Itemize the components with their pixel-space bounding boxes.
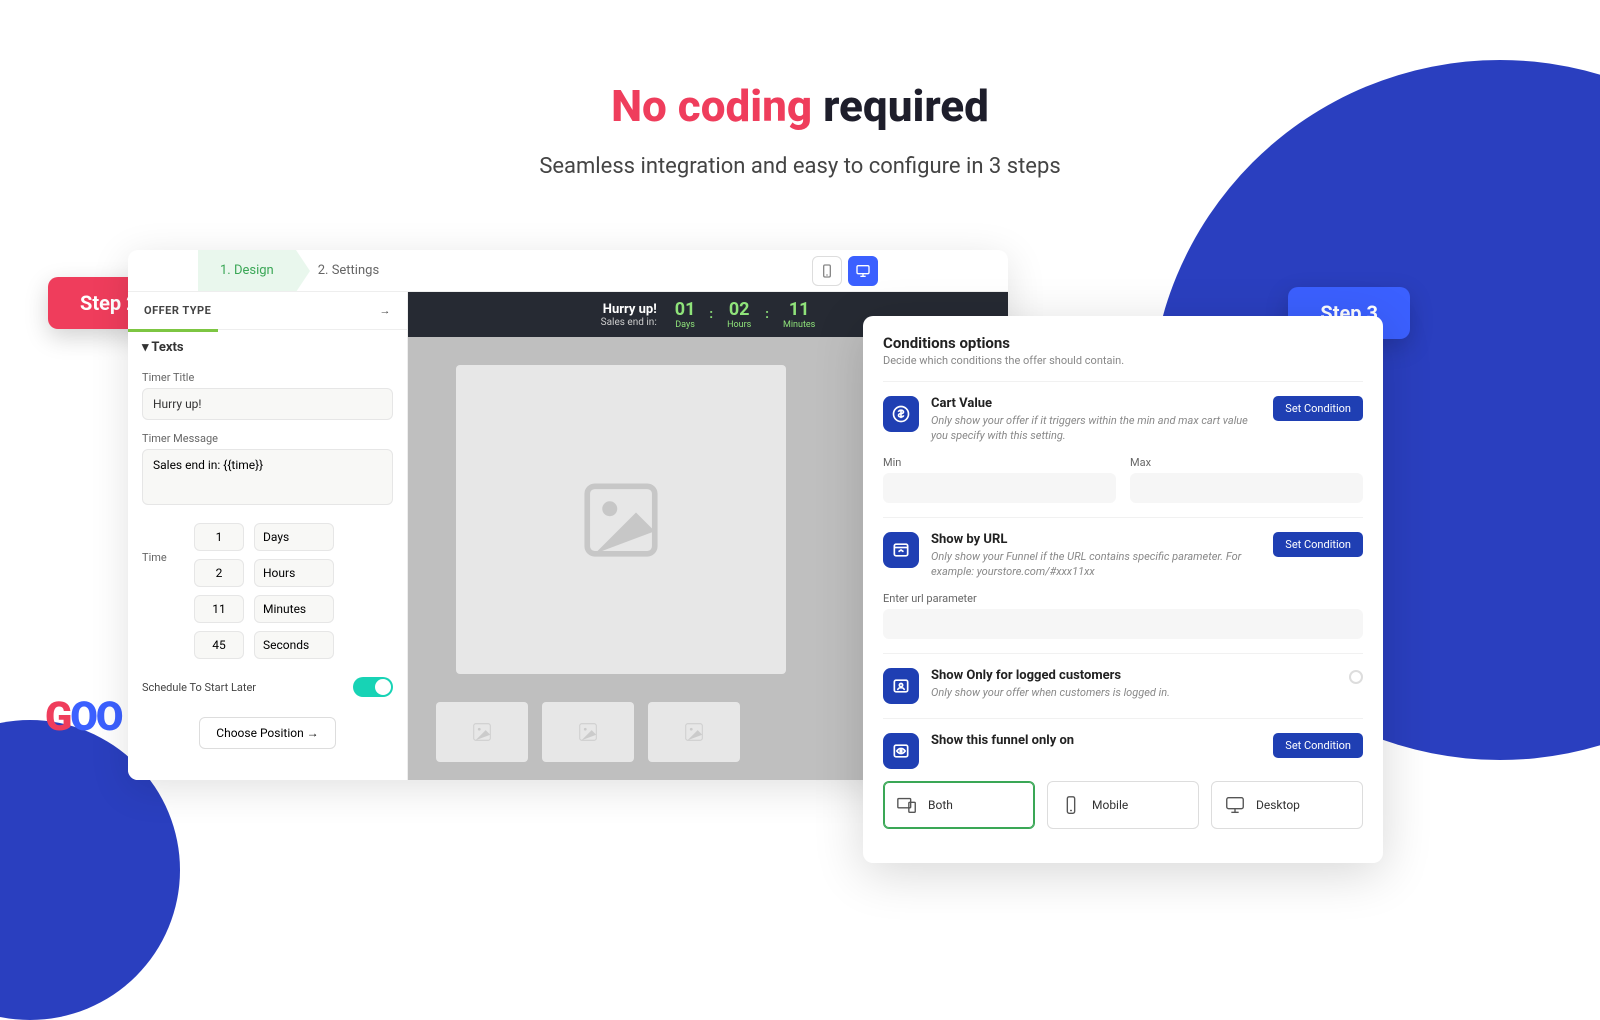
timer-title-label: Timer Title (142, 371, 393, 384)
preview-image-placeholder (456, 365, 786, 674)
condition-show-by-url: Show by URL Only show your Funnel if the… (883, 517, 1363, 653)
cart-value-desc: Only show your offer if it triggers with… (931, 413, 1261, 444)
cd-days-label: Days (675, 320, 696, 330)
timer-message-label: Timer Message (142, 432, 393, 445)
min-label: Min (883, 456, 1116, 469)
image-icon (577, 721, 599, 743)
condition-show-only-on: Show this funnel only on Set Condition B… (883, 718, 1363, 843)
seconds-unit: Seconds (254, 631, 334, 659)
tab-design[interactable]: 1. Design (198, 250, 296, 291)
condition-logged-customers: Show Only for logged customers Only show… (883, 653, 1363, 718)
choose-position-button[interactable]: Choose Position → (199, 717, 335, 749)
conditions-subtitle: Decide which conditions the offer should… (883, 354, 1363, 367)
only-on-title: Show this funnel only on (931, 733, 1261, 748)
logged-title: Show Only for logged customers (931, 668, 1337, 683)
logged-radio[interactable] (1349, 670, 1363, 684)
thumbnail[interactable] (542, 702, 634, 762)
dollar-icon (883, 396, 919, 432)
thumbnail[interactable] (648, 702, 740, 762)
phone-icon (1060, 794, 1082, 816)
hours-unit: Hours (254, 559, 334, 587)
condition-cart-value: Cart Value Only show your offer if it tr… (883, 381, 1363, 517)
devices-icon (896, 794, 918, 816)
offer-type-label: OFFER TYPE (144, 304, 211, 317)
image-icon (471, 721, 493, 743)
timer-title-input[interactable] (142, 388, 393, 420)
cd-hours-label: Hours (727, 320, 751, 330)
user-icon (883, 668, 919, 704)
tab-settings[interactable]: 2. Settings (296, 250, 401, 291)
set-condition-button[interactable]: Set Condition (1273, 396, 1363, 421)
chevron-right-icon: → (380, 304, 392, 317)
countdown-sub: Sales end in: (601, 317, 657, 328)
thumbnail[interactable] (436, 702, 528, 762)
hours-input[interactable] (194, 559, 244, 587)
url-param-input[interactable] (883, 609, 1363, 639)
device-desktop-label: Desktop (1256, 798, 1300, 812)
tab-bar: 1. Design 2. Settings (128, 250, 1008, 292)
cd-days-num: 01 (675, 299, 696, 320)
min-input[interactable] (883, 473, 1116, 503)
device-desktop-card[interactable]: Desktop (1211, 781, 1363, 829)
device-preview-toggle (812, 256, 878, 286)
page-title: No coding required (0, 80, 1600, 132)
timer-message-input[interactable] (142, 449, 393, 505)
image-icon (576, 475, 666, 565)
device-both-label: Both (928, 798, 953, 812)
offer-type-row[interactable]: OFFER TYPE → (128, 292, 407, 330)
device-both-card[interactable]: Both (883, 781, 1035, 829)
desktop-preview-button[interactable] (848, 256, 878, 286)
minutes-input[interactable] (194, 595, 244, 623)
texts-section-header[interactable]: ▾ Texts (128, 330, 407, 365)
show-url-title: Show by URL (931, 532, 1261, 547)
eye-icon (883, 733, 919, 769)
max-label: Max (1130, 456, 1363, 469)
schedule-label: Schedule To Start Later (142, 681, 256, 694)
device-mobile-card[interactable]: Mobile (1047, 781, 1199, 829)
days-input[interactable] (194, 523, 244, 551)
show-url-desc: Only show your Funnel if the URL contain… (931, 549, 1261, 580)
set-condition-button[interactable]: Set Condition (1273, 532, 1363, 557)
logged-desc: Only show your offer when customers is l… (931, 685, 1337, 700)
monitor-icon (1224, 794, 1246, 816)
cd-min-num: 11 (783, 299, 815, 320)
brand-logo: GOO (45, 693, 122, 740)
page-subtitle: Seamless integration and easy to configu… (0, 154, 1600, 179)
url-param-label: Enter url parameter (883, 592, 1363, 605)
browser-icon (883, 532, 919, 568)
minutes-unit: Minutes (254, 595, 334, 623)
max-input[interactable] (1130, 473, 1363, 503)
conditions-panel: Conditions options Decide which conditio… (863, 316, 1383, 863)
image-icon (683, 721, 705, 743)
hero: No coding required Seamless integration … (0, 80, 1600, 179)
device-mobile-label: Mobile (1092, 798, 1128, 812)
design-sidebar: OFFER TYPE → ▾ Texts Timer Title Timer M… (128, 292, 408, 780)
cd-hours-num: 02 (727, 299, 751, 320)
set-condition-button[interactable]: Set Condition (1273, 733, 1363, 758)
monitor-icon (855, 263, 871, 279)
days-unit: Days (254, 523, 334, 551)
cart-value-title: Cart Value (931, 396, 1261, 411)
phone-icon (819, 263, 835, 279)
schedule-toggle[interactable] (353, 677, 393, 697)
cd-min-label: Minutes (783, 320, 815, 330)
time-rows: Days Hours Minutes Seconds (194, 523, 334, 659)
time-label: Time (142, 551, 182, 564)
countdown-title: Hurry up! (601, 302, 657, 317)
seconds-input[interactable] (194, 631, 244, 659)
conditions-title: Conditions options (883, 334, 1363, 352)
mobile-preview-button[interactable] (812, 256, 842, 286)
